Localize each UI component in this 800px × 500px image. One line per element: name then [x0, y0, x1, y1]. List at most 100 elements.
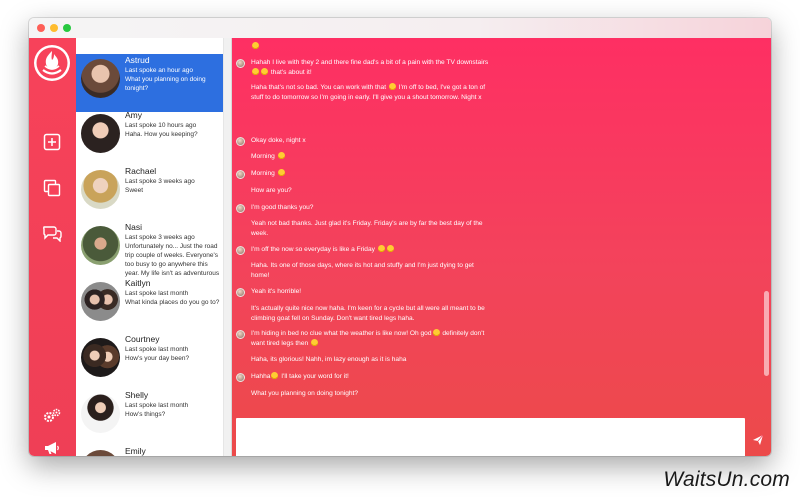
message-text: Yeah not bad thanks. Just glad it's Frid…: [251, 220, 483, 227]
avatar: [81, 170, 120, 209]
contact-preview: How's things?: [125, 411, 166, 418]
contact-name: Astrud: [125, 55, 150, 65]
conversations-icon[interactable]: [42, 223, 62, 243]
contact-preview: Haha. How you keeping?: [125, 131, 198, 138]
contact-item-astrud[interactable]: Astrud Last spoke an hour ago What you pl…: [76, 54, 223, 112]
laugh-emoji-icon: [377, 245, 385, 252]
contact-item-rachael[interactable]: Rachael Last spoke 3 weeks ago Sweet: [76, 165, 223, 223]
contact-list[interactable]: Astrud Last spoke an hour ago What you pl…: [76, 38, 231, 456]
contact-name: Shelly: [125, 390, 149, 400]
avatar: [81, 338, 120, 377]
nav-rail: [29, 38, 76, 456]
chat-scrollbar[interactable]: [762, 38, 771, 398]
message-bubble: Yeah it's horrible!: [251, 287, 301, 297]
message-text: What you planning on doing tonight?: [251, 390, 359, 397]
new-chat-icon[interactable]: [42, 132, 62, 152]
message-bubble: I'm off the now so everyday is like a Fr…: [251, 245, 395, 255]
contact-name: Courtney: [125, 334, 160, 344]
copy-icon[interactable]: [42, 178, 62, 198]
contact-last-spoke: Last spoke last month: [125, 290, 189, 297]
contact-name: Rachael: [125, 166, 157, 176]
message-bubble: Hahha I'll take your word for it!: [251, 372, 349, 382]
laugh-emoji-icon: [252, 68, 259, 75]
avatar: [81, 114, 120, 153]
laugh-emoji-icon: [432, 329, 440, 336]
message-bubble: Okay doke, night x: [251, 136, 306, 146]
avatar: [81, 450, 120, 456]
contact-preview: How's your day been?: [125, 355, 190, 362]
message-text: climbing goat fell on Sunday. Don't want…: [251, 315, 415, 322]
message-text: home!: [251, 272, 270, 279]
contact-preview: Sweet: [125, 187, 144, 194]
settings-gears-icon[interactable]: [42, 406, 62, 426]
message-input[interactable]: [236, 418, 745, 456]
laugh-emoji-icon: [388, 83, 396, 90]
contact-item-courtney[interactable]: Courtney Last spoke last month How's your…: [76, 333, 223, 391]
close-window-button[interactable]: [37, 24, 45, 32]
message-text: that's about it!: [270, 69, 312, 76]
minimize-window-button[interactable]: [50, 24, 58, 32]
message-text: definitely don't: [442, 330, 485, 337]
smile-emoji-icon: [252, 42, 259, 49]
contact-item-shelly[interactable]: Shelly Last spoke last month How's things…: [76, 389, 223, 447]
app-logo: [33, 44, 71, 82]
contact-avatar-icon: [236, 137, 245, 146]
message-text: I'm hiding in bed no clue what the weath…: [251, 330, 432, 337]
contact-last-spoke: Last spoke 10 hours ago: [125, 122, 197, 129]
chat-panel: Hahah I live with they 2 and there fine …: [232, 38, 771, 456]
contact-item-nasi[interactable]: Nasi Last spoke 3 weeks ago Unfortunately…: [76, 221, 223, 279]
message-bubble: Yeah not bad thanks. Just glad it's Frid…: [251, 219, 483, 239]
avatar: [81, 282, 120, 321]
avatar: [81, 59, 120, 98]
message-text: I'll take your word for it!: [281, 373, 349, 380]
message-bubble: What you planning on doing tonight?: [251, 389, 358, 399]
message-bubble: How are you?: [251, 186, 292, 196]
zoom-window-button[interactable]: [63, 24, 71, 32]
message-bubble: I'm hiding in bed no clue what the weath…: [251, 329, 484, 349]
chat-scrollbar-thumb[interactable]: [764, 291, 769, 376]
contact-name: Kaitlyn: [125, 278, 151, 288]
contact-item-kaitlyn[interactable]: Kaitlyn Last spoke last month What kinda …: [76, 277, 223, 335]
message-bubble: Haha, its glorious! Nahh, im lazy enough…: [251, 355, 406, 365]
message-bubble: I'm good thanks you?: [251, 203, 313, 213]
send-icon[interactable]: [752, 433, 764, 445]
message-text: I'm off the now so everyday is like a Fr…: [251, 246, 375, 253]
contact-last-spoke: Last spoke an hour ago: [125, 67, 193, 74]
avatar: [81, 226, 120, 265]
laugh-emoji-icon: [386, 245, 394, 252]
message-text: Haha that's not so bad. You can work wit…: [251, 84, 387, 91]
laugh-emoji-icon: [311, 339, 319, 346]
contact-avatar-icon: [236, 373, 245, 382]
message-text: Haha, its glorious! Nahh, im lazy enough…: [251, 356, 407, 363]
contact-last-spoke: Last spoke 3 weeks ago: [125, 178, 195, 185]
contact-item-amy[interactable]: Amy Last spoke 10 hours ago Haha. How you…: [76, 109, 223, 167]
message-text: How are you?: [251, 187, 292, 194]
message-text: Okay doke, night x: [251, 137, 306, 144]
contact-avatar-icon: [236, 59, 245, 68]
message-bubble: [251, 42, 260, 52]
contact-list-scrollbar[interactable]: [223, 38, 231, 456]
message-text: Yeah it's horrible!: [251, 288, 302, 295]
smile-emoji-icon: [277, 169, 285, 176]
laugh-emoji-icon: [271, 372, 279, 379]
message-bubble: Haha. Its one of those days, where its h…: [251, 261, 474, 281]
contact-last-spoke: Last spoke last month: [125, 402, 189, 409]
contact-preview: Unfortunately no... Just the road trip c…: [125, 243, 220, 277]
message-bubble: Morning: [251, 169, 286, 179]
message-text: It's actually quite nice now haha. I'm k…: [251, 305, 485, 312]
megaphone-icon[interactable]: [42, 438, 62, 456]
message-bubble: Morning: [251, 152, 286, 162]
message-text: I'm off to bed, I've got a ton of: [398, 84, 486, 91]
contact-avatar-icon: [236, 246, 245, 255]
contact-item-emily[interactable]: Emily: [76, 445, 223, 456]
message-text: Morning: [251, 170, 275, 177]
message-text: week.: [251, 230, 269, 237]
message-text: Morning: [251, 153, 275, 160]
message-bubble: Hahah I live with they 2 and there fine …: [251, 58, 488, 78]
avatar: [81, 394, 120, 433]
title-bar[interactable]: [29, 18, 771, 38]
message-text: want tired legs then: [251, 340, 309, 347]
message-text: stuff to do tomorrow so I'm going in ear…: [251, 94, 482, 101]
message-text: Hahha: [251, 373, 271, 380]
contact-avatar-icon: [236, 288, 245, 297]
